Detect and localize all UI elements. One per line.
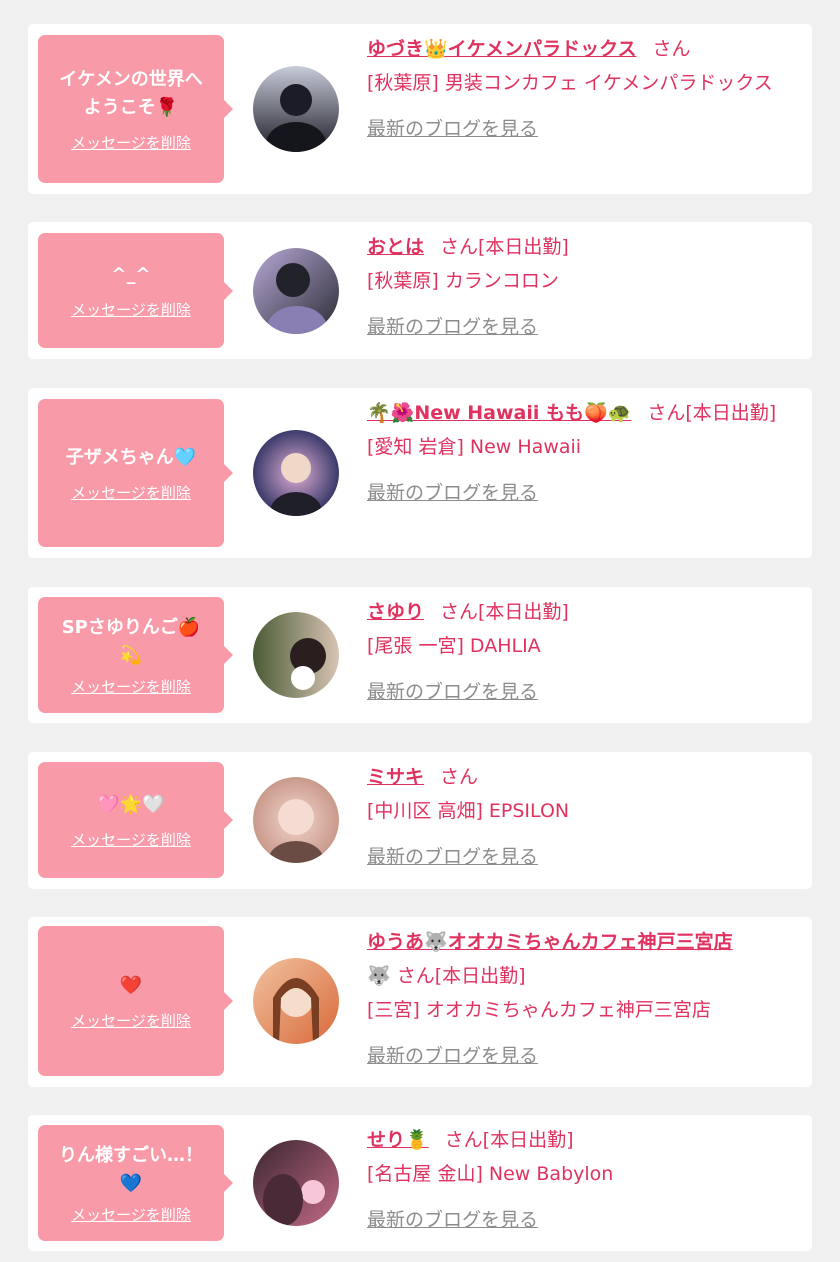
cast-suffix: さん [652,38,691,60]
list-item: りん様すごい…！ 💙 メッセージを削除 せり🍍 さん[本日出勤] [名古屋 金山]… [28,1115,812,1251]
message-bubble: 🩷🌟🤍 メッセージを削除 [38,762,233,878]
avatar[interactable] [253,248,339,334]
message-text: りん様すごい…！ 💙 [59,1144,203,1194]
shop-label: [愛知 岩倉] New Hawaii [367,436,582,458]
message-bubble: 子ザメちゃん🩵 メッセージを削除 [38,399,233,547]
cast-suffix: さん[本日出勤] [440,236,569,258]
avatar[interactable] [253,66,339,152]
list-item: ^_^ メッセージを削除 おとは さん[本日出勤] [秋葉原] カランコロン 最新… [28,222,812,359]
shop-label: [中川区 高畑] EPSILON [367,800,570,822]
shop-label: [秋葉原] 男装コンカフェ イケメンパラドックス [367,72,773,94]
cast-suffix: さん[本日出勤] [440,601,569,623]
message-text: 🩷🌟🤍 [97,793,165,815]
blog-link[interactable]: 最新のブログを見る [367,840,538,874]
message-bubble: りん様すごい…！ 💙 メッセージを削除 [38,1125,233,1241]
cast-name-link[interactable]: ゆづき👑イケメンパラドックス [367,38,637,60]
entry-info: ゆづき👑イケメンパラドックス さん [秋葉原] 男装コンカフェ イケメンパラドック… [367,32,797,146]
cast-name-link[interactable]: ミサキ [367,766,424,788]
avatar[interactable] [253,612,339,698]
blog-link[interactable]: 最新のブログを見る [367,112,538,146]
cast-suffix: さん[本日出勤] [647,402,777,424]
message-text: SPさゆりんご🍎 💫 [61,616,201,666]
message-text: ❤️ [119,974,143,996]
cast-suffix: 🐺 さん[本日出勤] [367,965,526,987]
avatar[interactable] [253,777,339,863]
delete-message-link[interactable]: メッセージを削除 [71,482,191,503]
avatar[interactable] [253,1140,339,1226]
message-list: イケメンの世界へ ようこそ🌹 メッセージを削除 ゆづき👑イケメンパラドックス さん… [0,0,840,1262]
entry-info: せり🍍 さん[本日出勤] [名古屋 金山] New Babylon 最新のブログを… [367,1123,797,1237]
cast-name-link[interactable]: 🌴🌺New Hawaii もも🍑🐢 [367,402,631,424]
cast-name-link[interactable]: さゆり [367,601,424,623]
shop-label: [尾張 一宮] DAHLIA [367,635,541,657]
entry-info: ゆうあ🐺オオカミちゃんカフェ神戸三宮店 🐺 さん[本日出勤] [三宮] オオカミ… [367,925,797,1073]
avatar[interactable] [253,958,339,1044]
message-bubble: イケメンの世界へ ようこそ🌹 メッセージを削除 [38,35,233,183]
cast-name-link[interactable]: ゆうあ🐺オオカミちゃんカフェ神戸三宮店 [367,931,733,953]
message-text: 子ザメちゃん🩵 [65,446,197,468]
entry-info: おとは さん[本日出勤] [秋葉原] カランコロン 最新のブログを見る [367,230,797,344]
message-bubble: ❤️ メッセージを削除 [38,926,233,1076]
list-item: 🩷🌟🤍 メッセージを削除 ミサキ さん [中川区 高畑] EPSILON 最新のブ… [28,752,812,889]
delete-message-link[interactable]: メッセージを削除 [71,1010,191,1031]
message-bubble: ^_^ メッセージを削除 [38,233,233,348]
shop-label: [秋葉原] カランコロン [367,270,559,292]
cast-name-link[interactable]: おとは [367,236,424,258]
shop-label: [三宮] オオカミちゃんカフェ神戸三宮店 [367,999,711,1021]
delete-message-link[interactable]: メッセージを削除 [71,829,191,850]
entry-info: 🌴🌺New Hawaii もも🍑🐢 さん[本日出勤] [愛知 岩倉] New Ha… [367,396,797,510]
shop-label: [名古屋 金山] New Babylon [367,1163,614,1185]
list-item: 子ザメちゃん🩵 メッセージを削除 🌴🌺New Hawaii もも🍑🐢 さん[本日出… [28,388,812,558]
delete-message-link[interactable]: メッセージを削除 [71,299,191,320]
blog-link[interactable]: 最新のブログを見る [367,675,538,709]
list-item: SPさゆりんご🍎 💫 メッセージを削除 さゆり さん[本日出勤] [尾張 一宮] … [28,587,812,723]
delete-message-link[interactable]: メッセージを削除 [71,1204,191,1225]
cast-suffix: さん [440,766,479,788]
list-item: イケメンの世界へ ようこそ🌹 メッセージを削除 ゆづき👑イケメンパラドックス さん… [28,24,812,194]
list-item: ❤️ メッセージを削除 ゆうあ🐺オオカミちゃんカフェ神戸三宮店 🐺 さん[本日出… [28,917,812,1087]
delete-message-link[interactable]: メッセージを削除 [71,132,191,153]
cast-suffix: さん[本日出勤] [444,1129,574,1151]
message-bubble: SPさゆりんご🍎 💫 メッセージを削除 [38,597,233,713]
cast-name-link[interactable]: せり🍍 [367,1129,429,1151]
blog-link[interactable]: 最新のブログを見る [367,1039,538,1073]
delete-message-link[interactable]: メッセージを削除 [71,676,191,697]
blog-link[interactable]: 最新のブログを見る [367,310,538,344]
blog-link[interactable]: 最新のブログを見る [367,476,538,510]
message-text: イケメンの世界へ ようこそ🌹 [59,68,203,118]
entry-info: さゆり さん[本日出勤] [尾張 一宮] DAHLIA 最新のブログを見る [367,595,797,709]
avatar[interactable] [253,430,339,516]
blog-link[interactable]: 最新のブログを見る [367,1203,538,1237]
message-text: ^_^ [111,264,151,285]
entry-info: ミサキ さん [中川区 高畑] EPSILON 最新のブログを見る [367,760,797,874]
